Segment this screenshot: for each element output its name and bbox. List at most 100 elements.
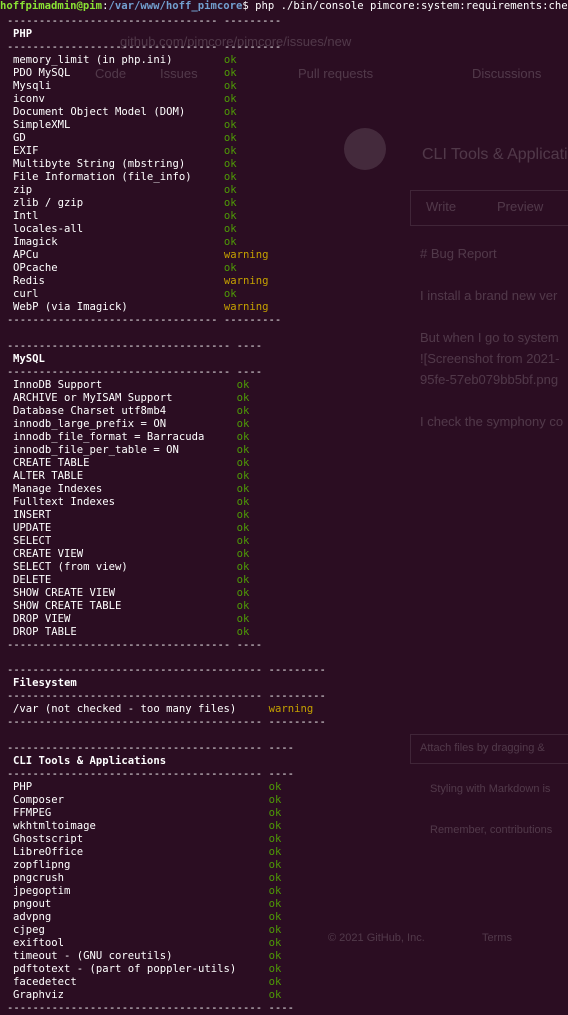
requirement-row: UPDATE ok (0, 522, 568, 535)
requirement-name: Database Charset utf8mb4 (13, 405, 167, 417)
requirement-status-ok: ok (268, 872, 282, 884)
requirement-status-ok: ok (223, 223, 237, 235)
requirement-status-ok: ok (268, 885, 282, 897)
requirement-name: GD (13, 132, 26, 144)
requirement-row: memory_limit (in php.ini) ok (0, 54, 568, 67)
requirement-row: FFMPEG ok (0, 807, 568, 820)
requirement-name: pdftotext - (part of poppler-utils) (13, 963, 237, 975)
requirement-status-ok: ok (223, 54, 237, 66)
requirement-name: /var (not checked - too many files) (13, 703, 237, 715)
requirement-status-ok: ok (236, 522, 250, 534)
requirement-name: PHP (13, 781, 33, 793)
requirement-row: INSERT ok (0, 509, 568, 522)
requirement-row: File Information (file_info) ok (0, 171, 568, 184)
requirement-row: Document Object Model (DOM) ok (0, 106, 568, 119)
separator-line: --------------------------------- ------… (7, 314, 282, 326)
requirement-status-ok: ok (268, 911, 282, 923)
requirement-name: ARCHIVE or MyISAM Support (13, 392, 173, 404)
requirement-status-ok: ok (223, 210, 237, 222)
requirement-name: zlib / gzip (13, 197, 84, 209)
requirement-status-ok: ok (268, 937, 282, 949)
requirement-name: LibreOffice (13, 846, 84, 858)
requirement-row: cjpeg ok (0, 924, 568, 937)
requirement-row: exiftool ok (0, 937, 568, 950)
separator-line: --------------------------------- ------… (7, 15, 282, 27)
requirement-status-ok: ok (236, 600, 250, 612)
requirement-status-ok: ok (236, 470, 250, 482)
requirement-status-ok: ok (268, 820, 282, 832)
command-prompt-line: hoffpimadmin@pim:/var/www/hoff_pimcore$ … (0, 0, 568, 13)
requirement-status-ok: ok (268, 950, 282, 962)
requirement-name: WebP (via Imagick) (13, 301, 128, 313)
requirement-row: DELETE ok (0, 574, 568, 587)
requirement-row: ARCHIVE or MyISAM Support ok (0, 392, 568, 405)
separator-line: ----------------------------------------… (7, 716, 326, 728)
requirement-name: Manage Indexes (13, 483, 103, 495)
requirement-status-ok: ok (236, 444, 250, 456)
requirement-status-ok: ok (236, 405, 250, 417)
requirement-row: SHOW CREATE TABLE ok (0, 600, 568, 613)
requirement-row: InnoDB Support ok (0, 379, 568, 392)
requirement-status-ok: ok (236, 483, 250, 495)
requirement-row: Mysqli ok (0, 80, 568, 93)
requirement-name: File Information (file_info) (13, 171, 192, 183)
requirement-row: PHP ok (0, 781, 568, 794)
requirement-status-ok: ok (223, 262, 237, 274)
requirement-row: iconv ok (0, 93, 568, 106)
requirement-status-ok: ok (223, 184, 237, 196)
requirement-row: jpegoptim ok (0, 885, 568, 898)
requirement-status-ok: ok (236, 561, 250, 573)
requirement-status-ok: ok (223, 106, 237, 118)
requirement-name: Ghostscript (13, 833, 84, 845)
requirement-name: SELECT (13, 535, 52, 547)
requirement-status-ok: ok (236, 535, 250, 547)
requirement-name: ALTER TABLE (13, 470, 84, 482)
requirement-status-ok: ok (223, 236, 237, 248)
requirement-row: WebP (via Imagick) warning (0, 301, 568, 314)
requirement-row: locales-all ok (0, 223, 568, 236)
requirement-name: SELECT (from view) (13, 561, 128, 573)
requirement-status-ok: ok (223, 197, 237, 209)
requirement-name: wkhtmltoimage (13, 820, 96, 832)
requirement-name: OPcache (13, 262, 58, 274)
requirement-row: Fulltext Indexes ok (0, 496, 568, 509)
requirement-status-ok: ok (268, 781, 282, 793)
requirement-name: InnoDB Support (13, 379, 103, 391)
section-title: MySQL (13, 353, 45, 365)
requirement-status-ok: ok (223, 158, 237, 170)
requirement-status-ok: ok (268, 807, 282, 819)
requirement-row: pdftotext - (part of poppler-utils) ok (0, 963, 568, 976)
requirement-name: DROP VIEW (13, 613, 71, 625)
requirement-status-ok: ok (268, 924, 282, 936)
requirement-name: Redis (13, 275, 45, 287)
requirement-name: Imagick (13, 236, 58, 248)
prompt-command: php ./bin/console pimcore:system:require… (248, 0, 568, 12)
requirement-name: Multibyte String (mbstring) (13, 158, 186, 170)
requirement-row: /var (not checked - too many files) warni… (0, 703, 568, 716)
requirement-name: memory_limit (in php.ini) (13, 54, 173, 66)
requirement-name: innodb_file_per_table = ON (13, 444, 179, 456)
requirement-status-ok: ok (236, 613, 250, 625)
requirement-row: SHOW CREATE VIEW ok (0, 587, 568, 600)
requirement-status-ok: ok (268, 846, 282, 858)
requirement-status-ok: ok (236, 392, 250, 404)
separator-line: ----------------------------------------… (7, 768, 295, 780)
requirement-row: Multibyte String (mbstring) ok (0, 158, 568, 171)
prompt-user-host: hoffpimadmin@pim (0, 0, 103, 12)
requirement-row: SELECT ok (0, 535, 568, 548)
requirement-name: innodb_file_format = Barracuda (13, 431, 205, 443)
terminal-output[interactable]: hoffpimadmin@pim:/var/www/hoff_pimcore$ … (0, 0, 568, 1014)
requirement-row: zopflipng ok (0, 859, 568, 872)
separator-line: ----------------------------------------… (7, 742, 295, 754)
requirement-name: SHOW CREATE VIEW (13, 587, 116, 599)
requirement-name: jpegoptim (13, 885, 71, 897)
requirement-status-ok: ok (236, 431, 250, 443)
requirement-name: curl (13, 288, 39, 300)
requirement-status-ok: ok (236, 626, 250, 638)
requirement-name: exiftool (13, 937, 65, 949)
requirement-row: curl ok (0, 288, 568, 301)
requirement-status-ok: ok (268, 898, 282, 910)
requirement-name: EXIF (13, 145, 39, 157)
requirement-status-ok: ok (236, 418, 250, 430)
requirement-status-warning: warning (223, 249, 269, 261)
